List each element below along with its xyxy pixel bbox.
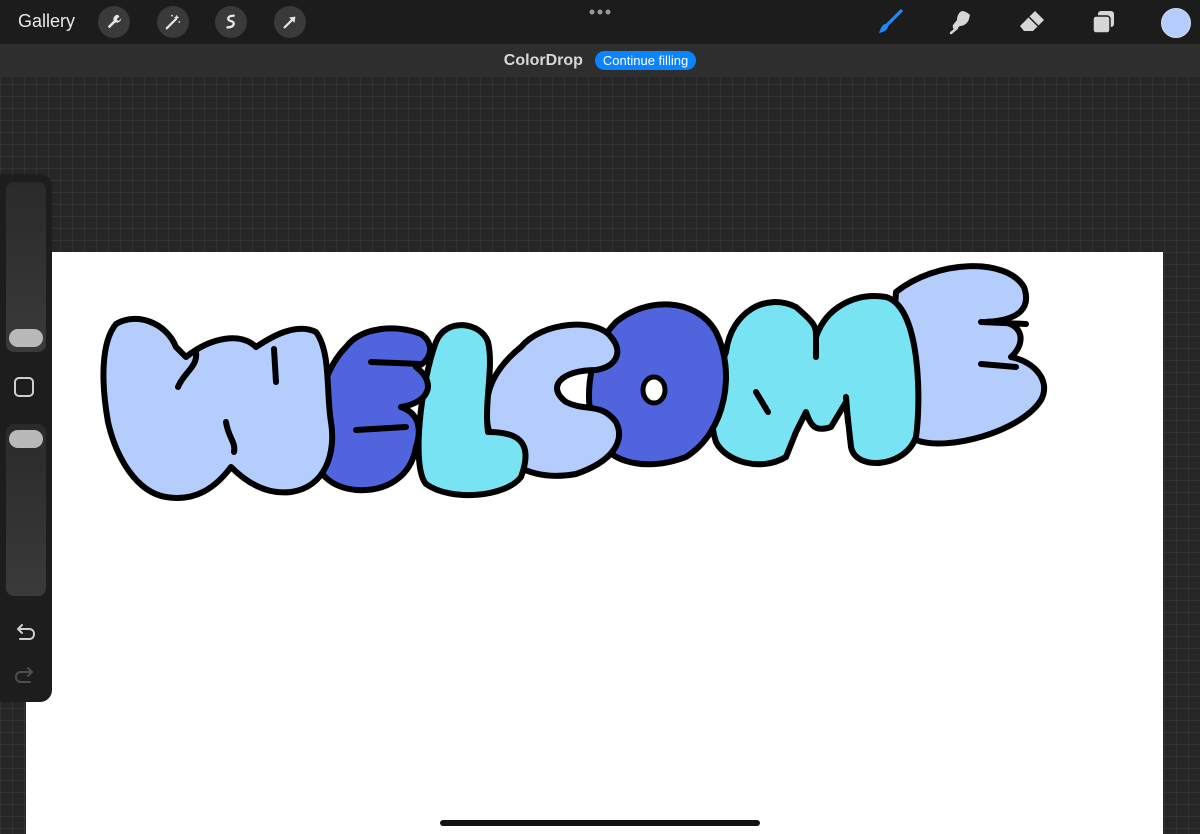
continue-filling-button[interactable]: Continue filling — [594, 51, 697, 70]
gallery-button[interactable]: Gallery — [18, 11, 75, 32]
colordrop-title: ColorDrop — [503, 51, 583, 69]
home-indicator — [440, 820, 760, 826]
left-sidebar — [0, 174, 52, 702]
transform-button[interactable] — [274, 6, 306, 38]
wrench-icon — [107, 14, 122, 29]
opacity-slider[interactable] — [6, 424, 46, 596]
selection-button[interactable] — [215, 6, 247, 38]
e-right-lower-stroke — [978, 361, 1019, 370]
actions-button[interactable] — [98, 6, 130, 38]
drawing-canvas[interactable] — [26, 252, 1163, 834]
letter-m — [708, 293, 922, 468]
brush-button[interactable] — [874, 6, 906, 38]
modify-button[interactable] — [14, 377, 34, 397]
brush-icon — [879, 9, 903, 33]
eraser-icon — [1020, 11, 1044, 31]
magic-wand-icon — [165, 14, 181, 30]
layers-button[interactable] — [1088, 6, 1120, 38]
w-inner-stroke-right — [271, 346, 279, 385]
brush-size-slider[interactable] — [6, 182, 46, 352]
colordrop-notice: ColorDrop Continue filling — [0, 44, 1200, 77]
top-toolbar: Gallery — [0, 0, 1200, 44]
transform-icon — [283, 16, 296, 29]
selection-icon — [226, 14, 235, 29]
m-right-leg-stroke — [843, 394, 851, 425]
e-left-upper-stroke — [368, 359, 424, 367]
more-options-icon[interactable] — [586, 3, 614, 21]
brush-size-thumb[interactable] — [9, 329, 43, 347]
opacity-thumb[interactable] — [9, 430, 43, 448]
layers-icon — [1092, 11, 1114, 34]
smudge-icon — [949, 11, 970, 35]
adjustments-button[interactable] — [157, 6, 189, 38]
redo-icon[interactable] — [12, 663, 38, 689]
eraser-button[interactable] — [1016, 6, 1048, 38]
e-right-upper-stroke — [978, 319, 1029, 327]
e-left-lower-stroke — [353, 424, 409, 433]
smudge-button[interactable] — [945, 6, 977, 38]
color-picker-button[interactable] — [1161, 8, 1191, 38]
undo-icon[interactable] — [12, 620, 38, 646]
letter-w — [100, 315, 336, 501]
o-center-hole — [640, 374, 668, 406]
welcome-artwork — [100, 263, 1048, 501]
